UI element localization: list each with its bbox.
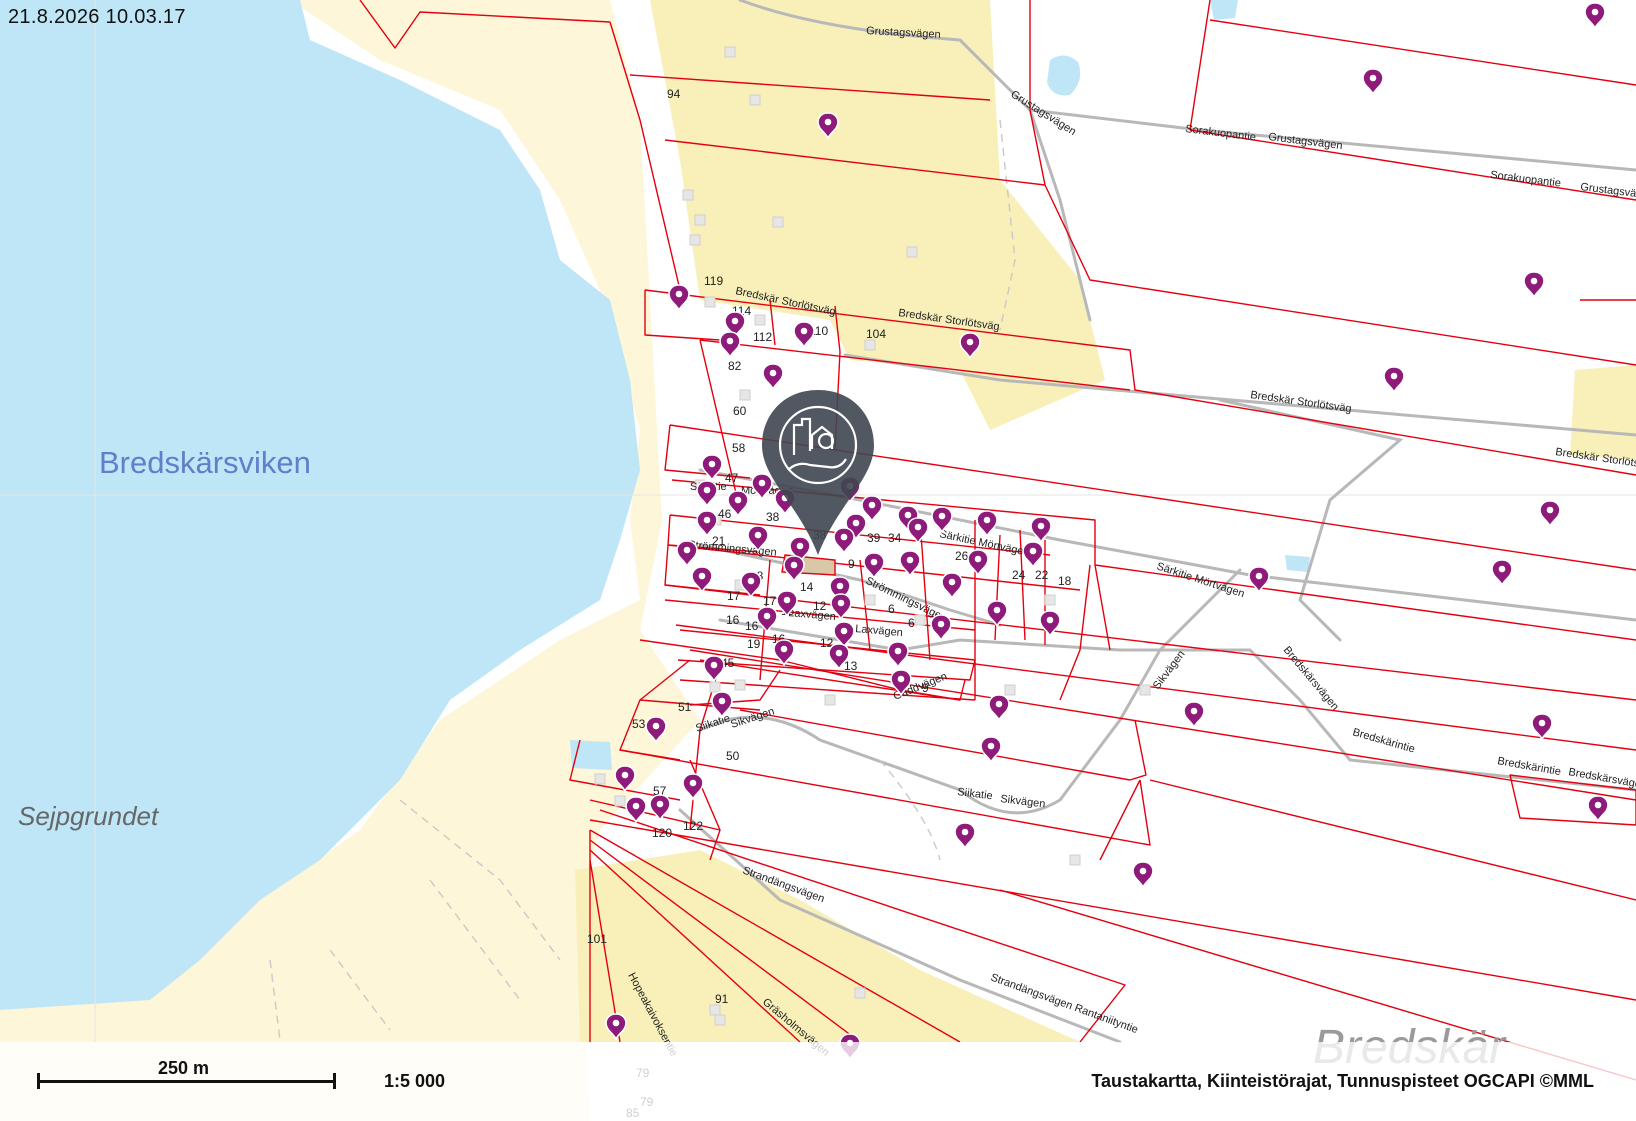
building	[906, 246, 918, 258]
islet-label: Sejpgrundet	[18, 801, 159, 831]
address-number: 51	[678, 700, 692, 714]
building	[734, 679, 746, 691]
address-number: 21	[712, 534, 726, 548]
address-number: 101	[587, 932, 607, 946]
address-number: 17	[763, 594, 777, 608]
building	[1004, 684, 1016, 696]
building	[864, 594, 876, 606]
address-number: 6	[908, 616, 915, 630]
building	[1139, 684, 1151, 696]
address-number: 16	[726, 613, 740, 627]
address-number: 26	[955, 549, 969, 563]
scale-bar	[38, 1080, 334, 1083]
scale-bar-tick-right	[333, 1073, 336, 1089]
building	[709, 681, 721, 693]
address-number: 12	[813, 599, 827, 613]
address-number: 104	[866, 327, 886, 341]
building	[704, 296, 716, 308]
building	[749, 94, 761, 106]
address-number: 17	[727, 589, 741, 603]
building	[824, 694, 836, 706]
scale-bar-tick-left	[37, 1073, 40, 1089]
building	[754, 314, 766, 326]
address-number: 119	[704, 274, 723, 288]
water-pond-ne	[1210, 0, 1238, 20]
address-number: 14	[800, 580, 814, 594]
address-number: 120	[652, 826, 672, 840]
address-number: 34	[888, 531, 902, 545]
address-number: 47	[725, 471, 739, 485]
building	[724, 46, 736, 58]
address-number: 122	[683, 819, 703, 833]
address-number: 22	[1035, 568, 1049, 582]
building	[714, 1014, 726, 1026]
attribution: Taustakartta, Kiinteistörajat, Tunnuspis…	[1091, 1071, 1594, 1091]
address-number: 58	[732, 441, 746, 455]
address-number: 91	[715, 992, 729, 1006]
field-east-edge	[1570, 365, 1636, 460]
building	[594, 773, 606, 785]
scale-distance-label: 250 m	[158, 1058, 210, 1078]
address-number: 6	[888, 602, 895, 616]
building	[689, 234, 701, 246]
timestamp: 21.8.2026 10.03.17	[8, 6, 186, 28]
building	[682, 189, 694, 201]
address-number: 18	[1058, 574, 1072, 588]
address-number: 19	[747, 637, 761, 651]
building	[854, 987, 866, 999]
bay-label: Bredskärsviken	[99, 445, 311, 480]
address-number: 9	[848, 557, 855, 571]
building	[694, 214, 706, 226]
address-number: 50	[726, 749, 740, 763]
map-canvas[interactable]: GrustagsvägenGrustagsvägen Sorakuopantie G…	[0, 0, 1636, 1121]
building	[709, 1004, 721, 1016]
building	[1044, 594, 1056, 606]
building	[864, 339, 876, 351]
address-number: 9	[922, 681, 929, 695]
address-number: 46	[718, 507, 732, 521]
scale-ratio: 1:5 000	[384, 1071, 446, 1091]
map-viewport[interactable]: Grustagsvägen Grustagsvägen Sorakuopantie G…	[0, 0, 1636, 1121]
address-number: 112	[753, 330, 772, 344]
building	[914, 614, 926, 626]
address-number: 94	[667, 87, 681, 101]
building	[614, 795, 626, 807]
address-number: 38	[766, 510, 780, 524]
address-number: 82	[728, 359, 742, 373]
building	[739, 389, 751, 401]
address-number: 39	[867, 531, 881, 545]
address-number: 60	[733, 404, 747, 418]
building	[772, 216, 784, 228]
water-pond-east	[1285, 555, 1310, 572]
address-number: 16	[745, 619, 759, 633]
address-number: 53	[632, 717, 646, 731]
address-number: 24	[1012, 568, 1026, 582]
building	[1069, 854, 1081, 866]
